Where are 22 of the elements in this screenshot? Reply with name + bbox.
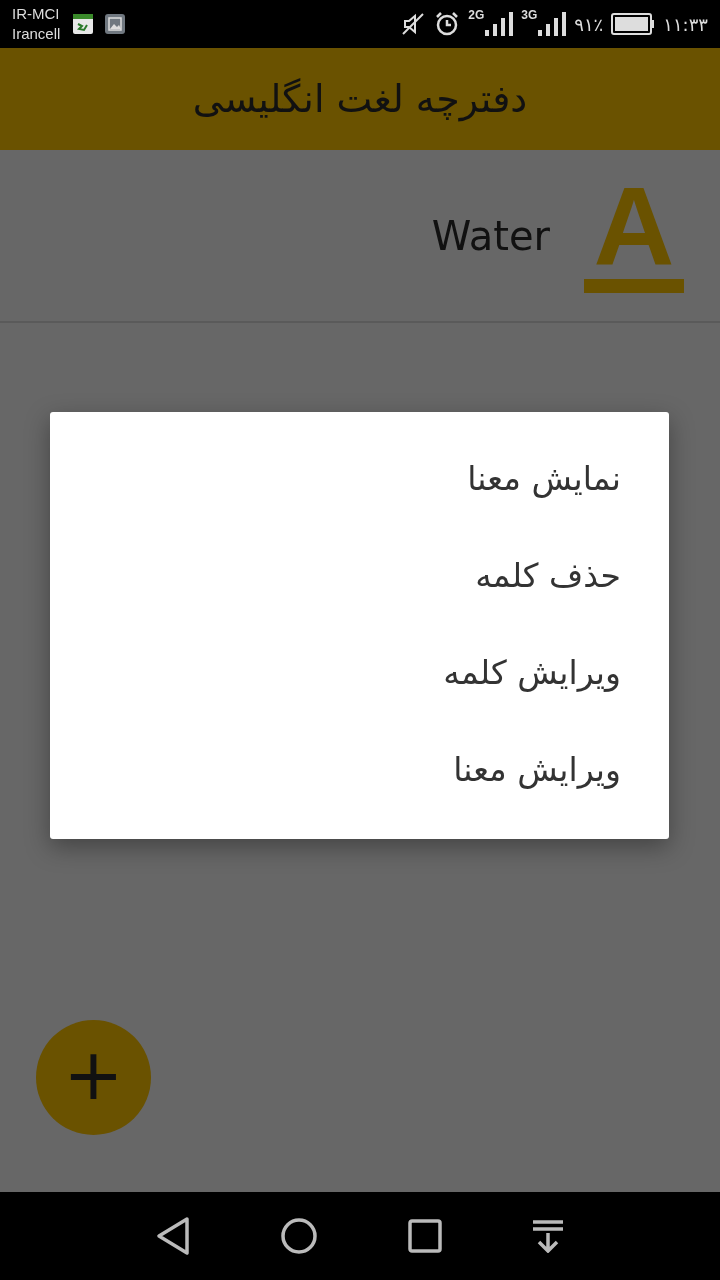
clock-time: ۱۱:۳۳ <box>663 13 708 35</box>
word-text: Water <box>431 212 550 259</box>
recents-icon[interactable] <box>407 1219 442 1253</box>
menu-item[interactable]: ویرایش معنا <box>405 721 669 818</box>
app-title: دفترچه لغت انگلیسی <box>192 77 528 121</box>
back-icon[interactable] <box>154 1216 191 1256</box>
image-icon <box>104 13 127 35</box>
signal-icon <box>538 12 567 36</box>
menu-item[interactable]: حذف کلمه <box>427 527 669 624</box>
menu-item[interactable]: نمایش معنا <box>419 430 669 527</box>
calendar-icon <box>72 12 95 36</box>
carrier-name: Irancell <box>12 24 61 44</box>
signal-icon <box>485 12 514 36</box>
mute-icon <box>400 11 427 37</box>
home-icon[interactable] <box>280 1217 319 1255</box>
network-type: 3G <box>521 8 538 22</box>
notification-pull-icon[interactable] <box>531 1219 566 1253</box>
menu-item[interactable]: ویرایش کلمه <box>395 624 669 721</box>
network-type: 2G <box>468 8 485 22</box>
battery-icon <box>611 13 656 35</box>
carrier-name: IR-MCI <box>12 4 61 24</box>
battery-percent: ۹۱٪ <box>574 13 604 35</box>
